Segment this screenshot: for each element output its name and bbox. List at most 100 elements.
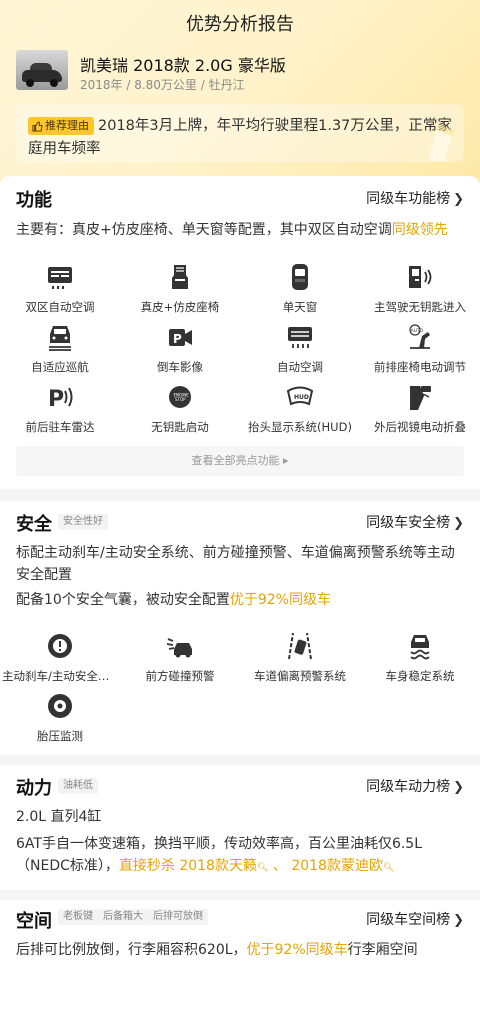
feature-item[interactable]: P 倒车影像	[120, 322, 240, 382]
function-feature-grid: 双区自动空调 真皮+仿皮座椅 单天窗 主驾驶无钥匙进入 自适应巡航 P 倒车影像…	[0, 262, 480, 442]
feature-label: 单天窗	[282, 300, 318, 314]
keyless-start-icon: ENGINESTOP	[169, 386, 191, 408]
compare-link-mondeo[interactable]: 2018款蒙迪欧🔍︎	[291, 858, 394, 874]
svg-text:AUTO: AUTO	[411, 328, 424, 334]
section-divider	[0, 489, 480, 501]
feature-item[interactable]: 车道偏离预警系统	[240, 631, 360, 691]
feature-item[interactable]: 自动空调	[240, 322, 360, 382]
feature-label: 无钥匙启动	[151, 420, 209, 434]
feature-label: 抬头显示系统(HUD)	[248, 420, 352, 434]
feature-item[interactable]: 自适应巡航	[0, 322, 120, 382]
chevron-right-icon: ❯	[453, 913, 464, 928]
safety-section: 安全 安全性好 同级车安全榜 ❯ 标配主动刹车/主动安全系统、前方碰撞预警、车道偏…	[0, 501, 480, 755]
feature-label: 胎压监测	[37, 729, 83, 743]
sunroof-icon	[292, 264, 308, 290]
show-all-features-button[interactable]: 查看全部亮点功能 ▸	[16, 446, 464, 476]
feature-item[interactable]: 车身稳定系统	[360, 631, 480, 691]
compare-link-label: 2018款蒙迪欧	[291, 858, 383, 874]
power-section: 动力 油耗低 同级车动力榜 ❯ 2.0L 直列4缸 6AT手自一体变速箱，换挡平顺…	[0, 765, 480, 890]
feature-item[interactable]: 前方碰撞预警	[120, 631, 240, 691]
feature-label: 前后驻车雷达	[25, 420, 95, 434]
safety-feature-grid: 主动刹车/主动安全系统 前方碰撞预警 车道偏离预警系统 车身稳定系统 胎压监测	[0, 631, 480, 751]
feature-item[interactable]: 真皮+仿皮座椅	[120, 262, 240, 322]
collision-warning-icon	[166, 638, 192, 658]
feature-label: 车身稳定系统	[385, 669, 455, 683]
space-description-suffix: 行李厢空间	[347, 942, 418, 958]
page-title: 优势分析报告	[186, 14, 294, 35]
safety-passive-highlight: 优于92%同级车	[229, 592, 331, 608]
feature-label: 前方碰撞预警	[145, 669, 215, 683]
function-summary-highlight: 同级领先	[391, 222, 448, 238]
svg-text:P: P	[48, 387, 64, 412]
feature-label: 双区自动空调	[25, 300, 95, 314]
feature-label: 主动刹车/主动安全系统	[2, 669, 118, 683]
svg-text:STOP: STOP	[175, 397, 186, 402]
decoration-icon	[428, 124, 454, 162]
car-thumbnail[interactable]	[16, 50, 68, 90]
hud-icon: HUD	[286, 386, 314, 406]
svg-text:P: P	[173, 332, 182, 346]
function-title: 功能	[16, 190, 52, 211]
space-section: 空间 老板键 后备箱大 后排可放倒 同级车空间榜 ❯ 后排可比例放倒，行李厢容积6…	[0, 900, 480, 1019]
mirror-fold-icon	[410, 386, 431, 410]
compare-link-label: 直接秒杀 2018款天籁	[118, 858, 257, 874]
feature-label: 真皮+仿皮座椅	[140, 300, 220, 314]
feature-label: 外后视镜电动折叠	[374, 420, 466, 434]
power-rank-link[interactable]: 同级车动力榜 ❯	[366, 776, 464, 796]
function-summary: 主要有：真皮+仿皮座椅、单天窗等配置，其中双区自动空调同级领先	[16, 219, 464, 241]
section-divider	[0, 890, 480, 900]
space-title: 空间	[16, 911, 52, 932]
space-tag: 老板键	[58, 909, 98, 925]
feature-item[interactable]: ENGINE STOP 无钥匙启动	[120, 382, 240, 442]
dual-zone-ac-icon	[48, 267, 72, 289]
parking-radar-icon: P	[48, 387, 73, 412]
power-engine: 2.0L 直列4缸	[16, 809, 102, 825]
feature-label: 自适应巡航	[31, 360, 89, 374]
keyless-entry-icon	[409, 266, 432, 288]
feature-item[interactable]: 主动刹车/主动安全系统	[0, 631, 120, 691]
search-icon: 🔍︎	[382, 863, 395, 873]
recommend-badge-label: 推荐理由	[45, 119, 89, 132]
safety-rank-label: 同级车安全榜	[366, 515, 451, 531]
recommend-badge: 推荐理由	[28, 117, 94, 135]
feature-item[interactable]: HUD 抬头显示系统(HUD)	[240, 382, 360, 442]
power-rank-label: 同级车动力榜	[366, 779, 451, 795]
svg-text:HUD: HUD	[294, 394, 309, 401]
safety-tag: 安全性好	[58, 514, 108, 530]
recommend-reason-card: 2018年3月上牌，年平均行驶里程1.37万公里，正常家庭用车频率 推荐理由	[16, 104, 464, 162]
feature-item[interactable]: 双区自动空调	[0, 262, 120, 322]
safety-title: 安全	[16, 514, 52, 535]
safety-rank-link[interactable]: 同级车安全榜 ❯	[366, 512, 464, 532]
feature-item[interactable]: 单天窗	[240, 262, 360, 322]
space-tag: 后备箱大	[98, 909, 148, 925]
space-rank-label: 同级车空间榜	[366, 912, 451, 928]
function-rank-link[interactable]: 同级车功能榜 ❯	[366, 188, 464, 208]
feature-item[interactable]: P 前后驻车雷达	[0, 382, 120, 442]
function-section: 功能 同级车功能榜 ❯ 主要有：真皮+仿皮座椅、单天窗等配置，其中双区自动空调同级…	[0, 176, 480, 489]
tire-pressure-icon	[48, 694, 72, 718]
auto-ac-icon	[288, 327, 312, 348]
thumbs-up-icon	[32, 120, 43, 132]
feature-label: 主驾驶无钥匙进入	[374, 300, 466, 314]
space-rank-link[interactable]: 同级车空间榜 ❯	[366, 909, 464, 929]
reverse-camera-icon: P	[169, 329, 192, 346]
brake-warning-icon	[48, 634, 72, 658]
function-rank-label: 同级车功能榜	[366, 191, 451, 207]
feature-item[interactable]: 主驾驶无钥匙进入	[360, 262, 480, 322]
safety-passive-text: 配备10个安全气囊，被动安全配置优于92%同级车	[16, 589, 464, 611]
power-description: 6AT手自一体变速箱，换挡平顺，传动效率高，百公里油耗仅6.5L（NEDC标准）…	[16, 833, 464, 879]
seat-icon	[172, 265, 188, 289]
chevron-right-icon: ❯	[453, 780, 464, 795]
compare-link-tianlai[interactable]: 直接秒杀 2018款天籁🔍︎	[119, 858, 269, 874]
feature-item[interactable]: 外后视镜电动折叠	[360, 382, 480, 442]
space-tag: 后排可放倒	[148, 909, 208, 925]
car-name: 凯美瑞 2018款 2.0G 豪华版	[80, 56, 286, 75]
adaptive-cruise-icon	[49, 326, 71, 351]
feature-label: 自动空调	[277, 360, 323, 374]
feature-item[interactable]: 胎压监测	[0, 691, 120, 751]
stability-control-icon	[410, 635, 430, 660]
feature-item[interactable]: AUTO 前排座椅电动调节	[360, 322, 480, 382]
chevron-right-icon: ❯	[453, 192, 464, 207]
space-highlight: 优于92%同级车	[246, 942, 348, 958]
safety-passive-prefix: 配备10个安全气囊，被动安全配置	[16, 592, 230, 608]
